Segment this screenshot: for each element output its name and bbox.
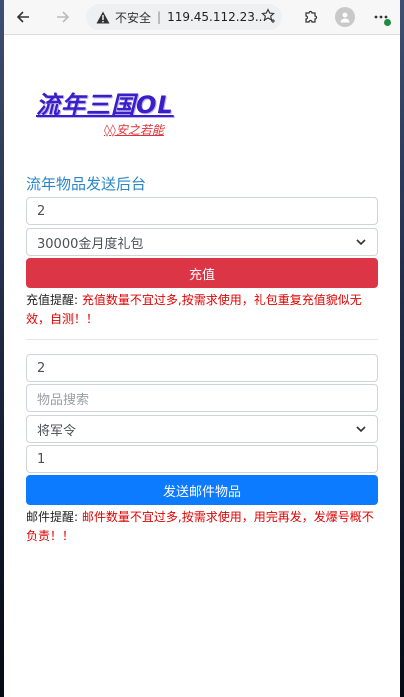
favorite-button[interactable] — [258, 5, 280, 27]
section-divider — [26, 339, 378, 340]
star-plus-icon — [261, 8, 275, 23]
forward-button[interactable] — [52, 6, 74, 28]
profile-button[interactable] — [334, 6, 356, 28]
package-selected-value: 30000金月度礼包 — [37, 236, 144, 252]
warning-icon — [96, 10, 110, 24]
puzzle-icon — [305, 10, 318, 23]
url-text: 119.45.112.23... — [167, 10, 267, 24]
address-bar[interactable]: 不安全 | 119.45.112.23... — [86, 4, 282, 30]
browser-window: 不安全 | 119.45.112.23... 流年三国OL ◊◊安之若能 流年物… — [4, 0, 400, 697]
recharge-account-value: 2 — [37, 203, 46, 219]
mail-notice: 邮件提醒: 邮件数量不宜过多,按需求使用，用完再发，发爆号概不负责！！ — [26, 508, 378, 546]
recharge-button[interactable]: 充值 — [26, 258, 378, 288]
mail-account-input[interactable]: 2 — [26, 354, 378, 382]
recharge-notice: 充值提醒: 充值数量不宜过多,按需求使用，礼包重复充值貌似无效，自测！！ — [26, 291, 378, 329]
update-badge — [384, 19, 391, 26]
mail-notice-text: 邮件数量不宜过多,按需求使用，用完再发，发爆号概不负责！！ — [26, 510, 374, 543]
extensions-button[interactable] — [300, 6, 322, 28]
item-search-placeholder: 物品搜索 — [37, 392, 90, 408]
recharge-notice-label: 充值提醒: — [26, 293, 79, 307]
back-button[interactable] — [12, 6, 34, 28]
item-select[interactable]: 将军令 — [26, 415, 378, 443]
chevron-down-icon — [355, 236, 367, 248]
site-subtitle-link[interactable]: ◊◊安之若能 — [104, 121, 164, 138]
address-separator: | — [157, 10, 162, 24]
page-title: 流年物品发送后台 — [26, 175, 147, 193]
send-mail-button[interactable]: 发送邮件物品 — [26, 475, 378, 505]
mail-account-value: 2 — [37, 360, 46, 376]
package-select[interactable]: 30000金月度礼包 — [26, 228, 378, 256]
recharge-account-input[interactable]: 2 — [26, 197, 378, 225]
item-selected-value: 将军令 — [37, 423, 77, 439]
site-logo-text[interactable]: 流年三国OL — [36, 85, 174, 120]
menu-button[interactable] — [370, 6, 392, 28]
quantity-value: 1 — [37, 451, 46, 467]
mail-notice-label: 邮件提醒: — [26, 510, 79, 524]
arrow-right-icon — [57, 11, 70, 23]
avatar-icon — [335, 7, 355, 27]
chevron-down-icon — [355, 423, 367, 435]
quantity-input[interactable]: 1 — [26, 445, 378, 473]
browser-toolbar: 不安全 | 119.45.112.23... — [4, 0, 400, 35]
arrow-left-icon — [16, 11, 29, 23]
item-search-input[interactable]: 物品搜索 — [26, 384, 378, 412]
insecure-label: 不安全 — [115, 10, 152, 25]
